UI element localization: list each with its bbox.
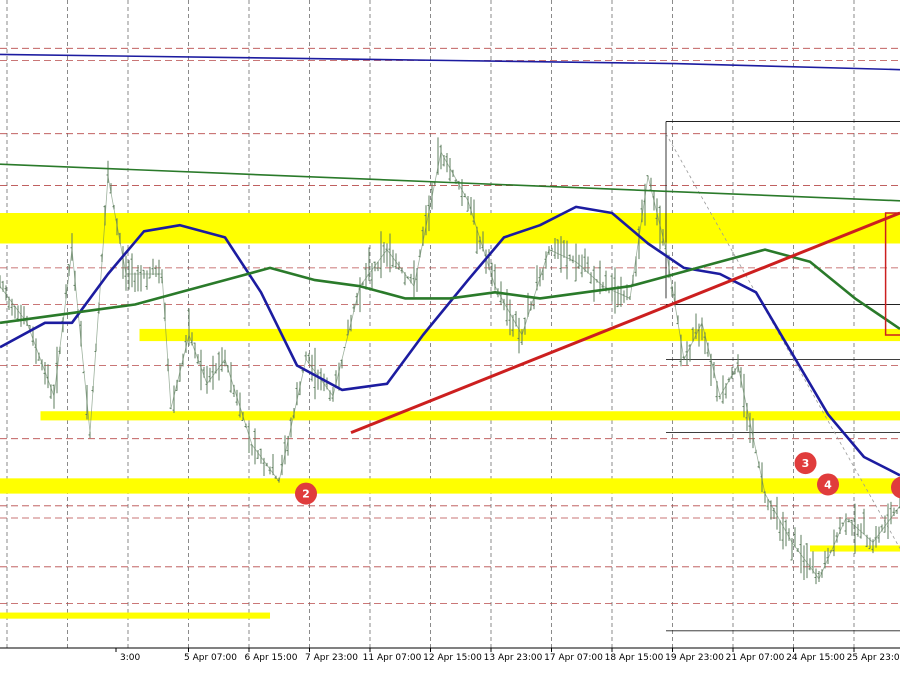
- x-axis: 3:00 5 Apr 07:00 6 Apr 15:00 7 Apr 23:00 11 …: [0, 647, 900, 675]
- support-resistance-zone: [0, 213, 900, 244]
- x-tick-label: 17 Apr 07:00: [544, 653, 603, 663]
- x-tick-label: 18 Apr 15:00: [605, 653, 664, 663]
- x-tick-label: 24 Apr 15:00: [786, 653, 845, 663]
- marker-label: 4: [824, 478, 832, 491]
- support-resistance-zone: [0, 478, 900, 494]
- marker-label: 2: [302, 488, 310, 501]
- x-tick-label: 6 Apr 15:00: [245, 653, 298, 663]
- x-tick-label: 5 Apr 07:00: [184, 653, 237, 663]
- marker-label: 3: [802, 457, 810, 470]
- x-tick-label: 11 Apr 07:00: [363, 653, 422, 663]
- x-tick-label: 25 Apr 23:00: [847, 653, 900, 663]
- x-tick-label: 12 Apr 15:00: [423, 653, 482, 663]
- x-tick-label: 21 Apr 07:00: [726, 653, 785, 663]
- support-resistance-zone: [40, 411, 900, 421]
- x-tick-label: 3:00: [120, 653, 140, 663]
- x-tick-label: 13 Apr 23:00: [484, 653, 543, 663]
- chart-svg: 2 3 4 3:00 5 Apr 07:00 6 Apr 15:00 7 Apr 23:0…: [0, 0, 900, 675]
- support-resistance-zone: [0, 612, 270, 619]
- x-tick-label: 7 Apr 23:00: [305, 653, 358, 663]
- x-tick-label: 19 Apr 23:00: [665, 653, 724, 663]
- chart-container: 2 3 4 3:00 5 Apr 07:00 6 Apr 15:00 7 Apr 23:0…: [0, 0, 900, 675]
